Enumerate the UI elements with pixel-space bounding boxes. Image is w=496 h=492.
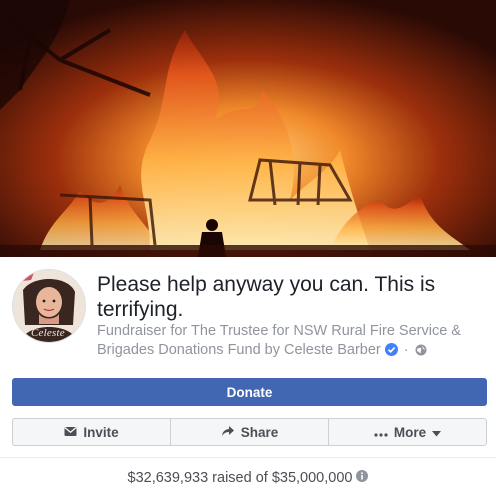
separator-dot: · [403, 342, 409, 358]
invite-label: Invite [83, 424, 119, 440]
bushfire-image [0, 0, 496, 257]
globe-icon[interactable] [415, 343, 427, 362]
fundraiser-subtitle: Fundraiser for The Trustee for NSW Rural… [97, 322, 482, 362]
donate-button[interactable]: Donate [12, 378, 487, 406]
action-buttons: Invite Share More [12, 418, 487, 446]
fundraiser-card: Celeste Please help anyway you can. This… [0, 257, 496, 492]
organizer-link[interactable]: Celeste Barber [284, 342, 381, 358]
by-prefix: by [260, 342, 285, 358]
divider [0, 457, 496, 458]
caret-down-icon [432, 425, 442, 440]
share-arrow-icon [221, 425, 235, 440]
envelope-icon [64, 425, 77, 440]
verified-badge-icon [384, 343, 398, 362]
raised-status: $32,639,933 raised of $35,000,000 [0, 470, 496, 486]
share-label: Share [240, 424, 279, 440]
info-icon[interactable] [356, 470, 369, 486]
cover-photo[interactable] [0, 0, 496, 257]
raised-amount-text: $32,639,933 raised of $35,000,000 [127, 470, 353, 487]
more-button[interactable]: More [328, 419, 486, 445]
dots-icon [374, 425, 388, 440]
avatar-caption: Celeste [31, 327, 65, 339]
post-title: Please help anyway you can. This is terr… [97, 273, 436, 321]
invite-button[interactable]: Invite [13, 419, 170, 445]
avatar[interactable]: Celeste [12, 269, 86, 343]
more-label: More [393, 424, 427, 440]
share-button[interactable]: Share [170, 419, 328, 445]
fundraiser-prefix: Fundraiser for [97, 323, 192, 339]
